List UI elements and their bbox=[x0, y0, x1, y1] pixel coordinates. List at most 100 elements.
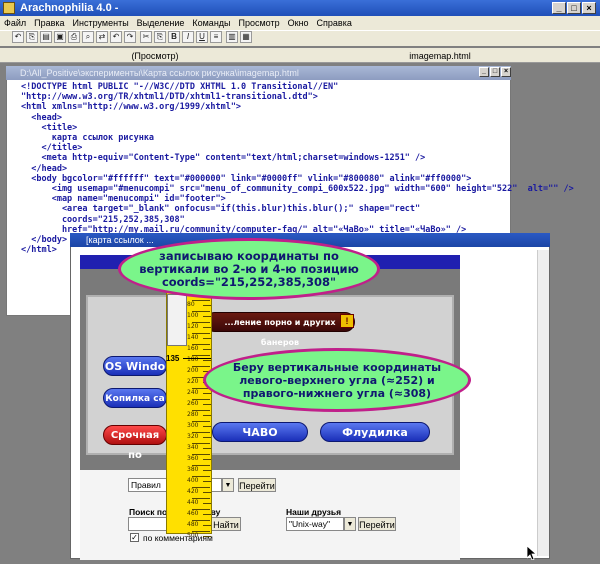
chart-icon[interactable]: ▥ bbox=[226, 31, 238, 43]
menu-tools[interactable]: Инструменты bbox=[69, 16, 133, 30]
ruler-tick-label: 460 bbox=[187, 510, 199, 517]
ruler-tick-label: 480 bbox=[187, 521, 199, 528]
code-line[interactable]: coords="215,252,385,308" bbox=[21, 215, 185, 225]
ruler-tick-label: 440 bbox=[187, 499, 199, 506]
menubar: Файл Правка Инструменты Выделение Команды Про… bbox=[0, 16, 600, 30]
ruler-tick-label: 300 bbox=[187, 422, 199, 429]
code-line[interactable]: <head> bbox=[21, 113, 62, 123]
menu-window[interactable]: Окно bbox=[284, 16, 313, 30]
ruler-handle[interactable] bbox=[167, 294, 187, 346]
ruler-tick-label: 120 bbox=[187, 323, 199, 330]
cut-icon[interactable]: ✂ bbox=[140, 31, 152, 43]
app-title: Arachnophilia 4.0 - bbox=[20, 2, 119, 14]
app-icon bbox=[3, 2, 15, 14]
code-line[interactable]: </title> bbox=[21, 143, 82, 153]
ruler-tick-label: 280 bbox=[187, 411, 199, 418]
undo2-icon[interactable]: ↶ bbox=[110, 31, 122, 43]
go-button[interactable]: Перейти bbox=[238, 478, 276, 492]
code-line[interactable]: карта ссылок рисунка bbox=[21, 133, 154, 143]
minimize-button[interactable]: _ bbox=[552, 2, 566, 14]
menu-commands[interactable]: Команды bbox=[188, 16, 234, 30]
code-line[interactable]: <map name="menucompi" id="footer"> bbox=[21, 194, 226, 204]
redo-icon[interactable]: ↷ bbox=[124, 31, 136, 43]
save-icon[interactable]: ▣ bbox=[54, 31, 66, 43]
list-icon[interactable]: ≡ bbox=[210, 31, 222, 43]
ruler-subtick bbox=[203, 393, 211, 394]
code-close-button[interactable]: × bbox=[501, 67, 511, 77]
copy-icon[interactable]: ⎘ bbox=[26, 31, 38, 43]
code-line[interactable]: "http://www.w3.org/TR/xhtml1/DTD/xhtml1-… bbox=[21, 92, 318, 102]
srochnaya-button[interactable]: Срочная по bbox=[103, 425, 167, 461]
ruler-subtick bbox=[203, 481, 211, 482]
annotation-top-bubble: записываю координаты по вертикали во 2-ю… bbox=[118, 238, 380, 300]
os-windows-button[interactable]: OS Windo bbox=[103, 356, 167, 376]
close-button[interactable]: × bbox=[582, 2, 596, 14]
ruler-subtick bbox=[203, 470, 211, 471]
ruler-subtick bbox=[203, 404, 211, 405]
menu-view[interactable]: Просмотр bbox=[235, 16, 284, 30]
app-titlebar: Arachnophilia 4.0 - bbox=[0, 0, 600, 16]
ruler-tick-label: 100 bbox=[187, 312, 199, 319]
code-line[interactable]: <area target="_blank" onfocus="if(this.b… bbox=[21, 204, 420, 214]
underline-button[interactable]: U bbox=[196, 31, 208, 43]
menu-edit[interactable]: Правка bbox=[30, 16, 68, 30]
ruler-subtick bbox=[203, 349, 211, 350]
code-line[interactable]: </html> bbox=[21, 245, 57, 255]
ruler-subtick bbox=[203, 305, 211, 306]
code-line[interactable]: <!DOCTYPE html PUBLIC "-//W3C//DTD XHTML… bbox=[21, 82, 338, 92]
ruler-subtick bbox=[203, 437, 211, 438]
warning-icon: ! bbox=[340, 314, 354, 328]
chavo-button[interactable]: ЧАВО bbox=[212, 422, 308, 442]
image-icon[interactable]: ▦ bbox=[240, 31, 252, 43]
preview-scrollbar[interactable] bbox=[537, 250, 549, 556]
kopilka-button[interactable]: Копилка са bbox=[103, 388, 167, 408]
maximize-button[interactable]: □ bbox=[567, 2, 581, 14]
italic-button[interactable]: I bbox=[182, 31, 194, 43]
ruler-tick-label: 500 bbox=[187, 532, 199, 539]
ruler-subtick bbox=[203, 503, 211, 504]
bold-button[interactable]: B bbox=[168, 31, 180, 43]
copy2-icon[interactable]: ⎘ bbox=[154, 31, 166, 43]
ruler-subtick bbox=[203, 316, 211, 317]
ruler-tick-label: 380 bbox=[187, 466, 199, 473]
chevron-down-icon[interactable]: ▼ bbox=[222, 478, 234, 492]
replace-icon[interactable]: ⇄ bbox=[96, 31, 108, 43]
fludilka-button[interactable]: Флудилка bbox=[320, 422, 430, 442]
menu-file[interactable]: Файл bbox=[0, 16, 30, 30]
tab-preview[interactable]: (Просмотр) bbox=[80, 49, 230, 63]
print-icon[interactable]: ⎙ bbox=[68, 31, 80, 43]
code-maximize-button[interactable]: □ bbox=[490, 67, 500, 77]
ruler-tick-label: 360 bbox=[187, 455, 199, 462]
ruler-subtick bbox=[203, 492, 211, 493]
ruler-subtick bbox=[203, 525, 211, 526]
code-line[interactable]: <body bgcolor="#ffffff" text="#000000" l… bbox=[21, 174, 471, 184]
menu-selection[interactable]: Выделение bbox=[133, 16, 189, 30]
comments-checkbox[interactable]: ✓ bbox=[130, 533, 139, 542]
undo-icon[interactable]: ↶ bbox=[12, 31, 24, 43]
ruler-tick-label: 220 bbox=[187, 378, 199, 385]
ruler-tick-label: 260 bbox=[187, 400, 199, 407]
ruler-marker-line bbox=[183, 358, 211, 359]
banner-removal-button[interactable]: ...ление порно и других банеров bbox=[205, 312, 355, 347]
friends-select[interactable]: "Unix-way" bbox=[286, 517, 344, 531]
code-line[interactable]: <img usemap="#menucompi" src="menu_of_co… bbox=[21, 184, 574, 194]
code-line[interactable]: <meta http-equiv="Content-Type" content=… bbox=[21, 153, 425, 163]
code-line[interactable]: <html xmlns="http://www.w3.org/1999/xhtm… bbox=[21, 102, 241, 112]
code-line[interactable]: </body> bbox=[21, 235, 67, 245]
code-minimize-button[interactable]: _ bbox=[479, 67, 489, 77]
menu-help[interactable]: Справка bbox=[313, 16, 356, 30]
ruler-subtick bbox=[203, 426, 211, 427]
find-icon[interactable]: ⌕ bbox=[82, 31, 94, 43]
code-line[interactable]: <title> bbox=[21, 123, 77, 133]
code-line[interactable]: </head> bbox=[21, 164, 67, 174]
paste-icon[interactable]: ▤ bbox=[40, 31, 52, 43]
ruler-tick-label: 420 bbox=[187, 488, 199, 495]
ruler-subtick bbox=[203, 415, 211, 416]
code-window-title: D:\All_Positive\эксперименты\Карта ссыло… bbox=[6, 66, 511, 80]
tab-imagemap[interactable]: imagemap.html bbox=[380, 49, 500, 63]
search-button[interactable]: Найти bbox=[211, 517, 241, 531]
ruler-tick-label: 240 bbox=[187, 389, 199, 396]
friends-chevron-down-icon[interactable]: ▼ bbox=[344, 517, 356, 531]
ruler-subtick bbox=[203, 536, 211, 537]
friends-go-button[interactable]: Перейти bbox=[358, 517, 396, 531]
